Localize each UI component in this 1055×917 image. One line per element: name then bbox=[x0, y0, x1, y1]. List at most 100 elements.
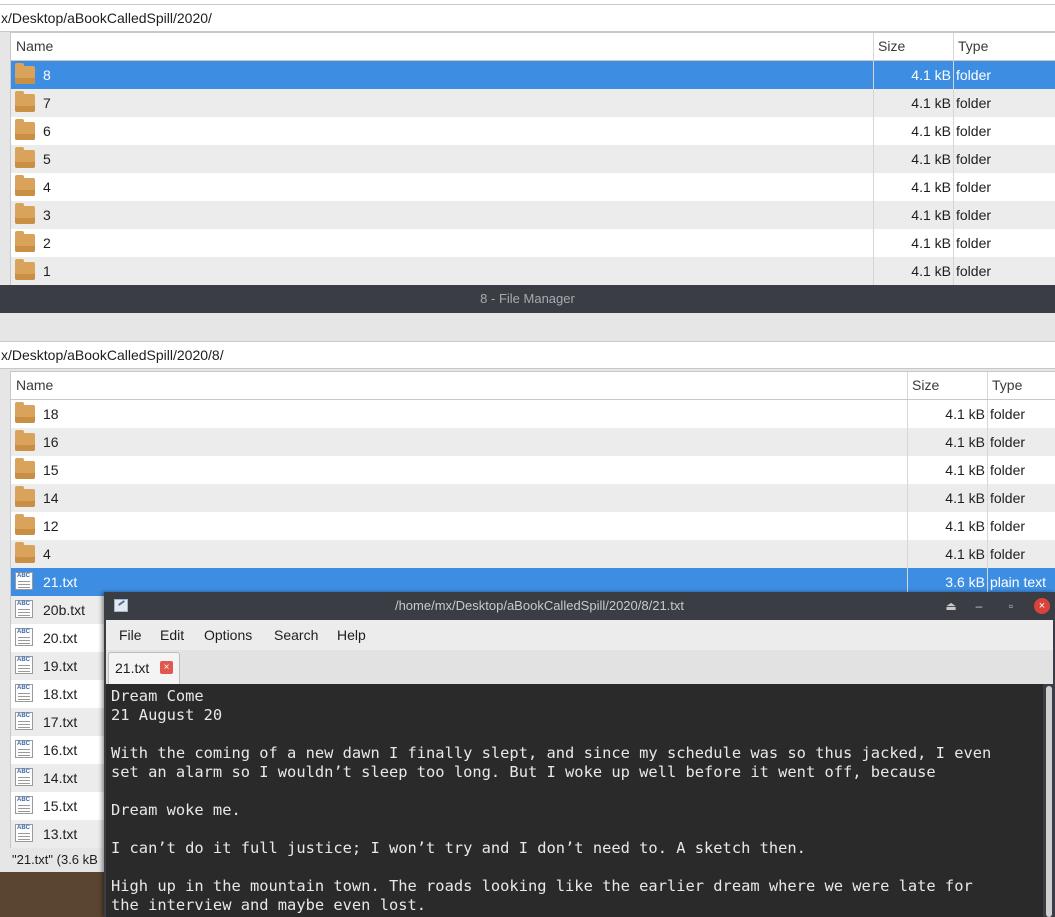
editor-titlebar[interactable]: /home/mx/Desktop/aBookCalledSpill/2020/8… bbox=[104, 592, 1055, 620]
text-file-icon: ABC bbox=[15, 684, 33, 702]
file-type: folder bbox=[990, 462, 1026, 478]
minimize-icon[interactable]: – bbox=[971, 598, 987, 614]
bottom-list-header: Name Size Type bbox=[11, 372, 1055, 400]
file-name: 21.txt bbox=[43, 574, 78, 590]
editor-tabbar: 21.txt × bbox=[106, 650, 1053, 685]
menu-options[interactable]: Options bbox=[204, 620, 252, 650]
editor-title: /home/mx/Desktop/aBookCalledSpill/2020/8… bbox=[394, 598, 685, 613]
tab-close-icon[interactable]: × bbox=[160, 661, 173, 674]
menu-edit[interactable]: Edit bbox=[160, 620, 184, 650]
file-manager-titlebar[interactable]: 8 - File Manager bbox=[0, 285, 1055, 313]
close-icon[interactable]: × bbox=[1034, 598, 1050, 614]
file-type: folder bbox=[956, 151, 992, 167]
text-file-icon: ABC bbox=[15, 712, 33, 730]
top-location-text[interactable]: x/Desktop/aBookCalledSpill/2020/ bbox=[1, 10, 212, 26]
file-row[interactable]: 18 4.1 kB folder bbox=[11, 400, 1055, 428]
eject-icon[interactable]: ⏏ bbox=[943, 598, 959, 614]
editor-text-area[interactable]: Dream Come 21 August 20 With the coming … bbox=[106, 684, 1043, 917]
folder-icon bbox=[15, 63, 35, 84]
file-size: 4.1 kB bbox=[911, 263, 951, 279]
file-name: 15 bbox=[43, 462, 59, 478]
file-type: folder bbox=[956, 263, 992, 279]
folder-icon bbox=[15, 203, 35, 224]
file-type: folder bbox=[956, 179, 992, 195]
editor-scrollbar[interactable] bbox=[1043, 684, 1055, 917]
top-col-type[interactable]: Type bbox=[958, 33, 988, 60]
restore-icon[interactable]: ▫ bbox=[1003, 598, 1019, 614]
file-size: 4.1 kB bbox=[911, 235, 951, 251]
file-name: 4 bbox=[43, 179, 51, 195]
file-size: 4.1 kB bbox=[945, 546, 985, 562]
file-type: folder bbox=[990, 518, 1026, 534]
bottom-location-bar[interactable]: x/Desktop/aBookCalledSpill/2020/8/ bbox=[0, 341, 1055, 369]
folder-icon bbox=[15, 458, 35, 479]
text-file-icon: ABC bbox=[15, 628, 33, 646]
file-row[interactable]: 2 4.1 kB folder bbox=[11, 229, 1055, 257]
folder-icon bbox=[15, 259, 35, 280]
folder-icon bbox=[15, 486, 35, 507]
top-col-name[interactable]: Name bbox=[16, 33, 53, 60]
top-location-bar[interactable]: x/Desktop/aBookCalledSpill/2020/ bbox=[0, 4, 1055, 32]
file-row[interactable]: 8 4.1 kB folder bbox=[11, 61, 1055, 89]
file-name: 2 bbox=[43, 235, 51, 251]
editor-app-icon[interactable] bbox=[114, 599, 128, 612]
editor-scrollbar-thumb[interactable] bbox=[1046, 686, 1052, 917]
file-name: 20.txt bbox=[43, 630, 78, 646]
top-file-list[interactable]: Name Size Type 8 4.1 kB folder 7 4.1 kB folde… bbox=[10, 32, 1055, 285]
text-file-icon: ABC bbox=[15, 656, 33, 674]
file-name: 5 bbox=[43, 151, 51, 167]
folder-icon bbox=[15, 91, 35, 112]
file-name: 12 bbox=[43, 518, 59, 534]
folder-icon bbox=[15, 147, 35, 168]
file-name: 18.txt bbox=[43, 686, 78, 702]
menu-help[interactable]: Help bbox=[337, 620, 366, 650]
top-list-header: Name Size Type bbox=[11, 33, 1055, 61]
file-type: folder bbox=[956, 95, 992, 111]
text-editor-window: /home/mx/Desktop/aBookCalledSpill/2020/8… bbox=[104, 592, 1055, 917]
file-row[interactable]: 16 4.1 kB folder bbox=[11, 428, 1055, 456]
menu-file[interactable]: File bbox=[119, 620, 142, 650]
file-name: 17.txt bbox=[43, 714, 78, 730]
bottom-col-name[interactable]: Name bbox=[16, 372, 53, 399]
file-row[interactable]: 6 4.1 kB folder bbox=[11, 117, 1055, 145]
file-name: 15.txt bbox=[43, 798, 78, 814]
file-row[interactable]: 4 4.1 kB folder bbox=[11, 173, 1055, 201]
file-type: folder bbox=[956, 123, 992, 139]
bottom-col-size[interactable]: Size bbox=[912, 372, 939, 399]
file-size: 4.1 kB bbox=[911, 95, 951, 111]
text-file-icon: ABC bbox=[15, 740, 33, 758]
bottom-location-text[interactable]: x/Desktop/aBookCalledSpill/2020/8/ bbox=[1, 347, 224, 363]
file-name: 1 bbox=[43, 263, 51, 279]
file-size: 4.1 kB bbox=[911, 123, 951, 139]
file-row[interactable]: 4 4.1 kB folder bbox=[11, 540, 1055, 568]
text-file-icon: ABC bbox=[15, 796, 33, 814]
file-size: 4.1 kB bbox=[945, 490, 985, 506]
file-row[interactable]: 3 4.1 kB folder bbox=[11, 201, 1055, 229]
file-row[interactable]: 15 4.1 kB folder bbox=[11, 456, 1055, 484]
file-size: 4.1 kB bbox=[945, 434, 985, 450]
menu-search[interactable]: Search bbox=[274, 620, 318, 650]
text-file-icon: ABC bbox=[15, 768, 33, 786]
file-type: folder bbox=[956, 67, 992, 83]
editor-menubar: File Edit Options Search Help bbox=[106, 620, 1053, 650]
file-row[interactable]: 1 4.1 kB folder bbox=[11, 257, 1055, 285]
file-name: 14 bbox=[43, 490, 59, 506]
folder-icon bbox=[15, 175, 35, 196]
file-row[interactable]: 5 4.1 kB folder bbox=[11, 145, 1055, 173]
file-name: 3 bbox=[43, 207, 51, 223]
folder-icon bbox=[15, 430, 35, 451]
file-size: 4.1 kB bbox=[911, 207, 951, 223]
file-name: 16 bbox=[43, 434, 59, 450]
bottom-col-type[interactable]: Type bbox=[992, 372, 1022, 399]
file-row[interactable]: 14 4.1 kB folder bbox=[11, 484, 1055, 512]
top-col-size[interactable]: Size bbox=[878, 33, 905, 60]
folder-icon bbox=[15, 119, 35, 140]
tab-21-txt[interactable]: 21.txt × bbox=[108, 652, 180, 684]
file-row[interactable]: 12 4.1 kB folder bbox=[11, 512, 1055, 540]
file-type: folder bbox=[956, 207, 992, 223]
file-name: 14.txt bbox=[43, 770, 78, 786]
top-file-manager: x/Desktop/aBookCalledSpill/2020/ Name Si… bbox=[0, 0, 1055, 285]
file-row[interactable]: 7 4.1 kB folder bbox=[11, 89, 1055, 117]
file-name: 13.txt bbox=[43, 826, 78, 842]
text-file-icon: ABC bbox=[15, 824, 33, 842]
